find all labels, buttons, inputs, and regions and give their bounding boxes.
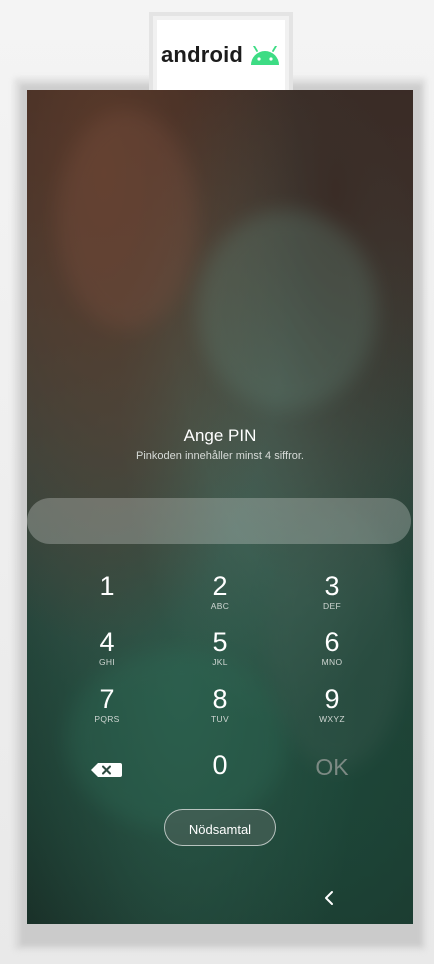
keypad-key-5[interactable]: 5 JKL [175,627,265,681]
key-letters: WXYZ [319,714,345,724]
backspace-icon[interactable] [62,750,152,790]
page-title: Ange PIN [183,426,257,445]
ok-label: OK [315,754,349,780]
android-logo: android [157,20,285,92]
key-digit: 0 [212,750,228,780]
wallpaper-swirl [197,210,377,410]
chevron-left-icon[interactable] [317,886,341,910]
keypad-key-4[interactable]: 4 GHI [62,627,152,681]
keypad-key-9[interactable]: 9 WXYZ [287,684,377,738]
key-digit: 5 [212,627,228,657]
emergency-call-button[interactable]: Nödsamtal [164,809,276,846]
key-letters: DEF [323,601,341,611]
keypad-key-8[interactable]: 8 TUV [175,684,265,738]
key-letters: ABC [210,601,230,611]
pin-input[interactable] [27,498,411,544]
key-letters: JKL [212,657,228,667]
keypad-key-6[interactable]: 6 MNO [287,627,377,681]
key-letters: GHI [98,657,115,667]
wallpaper-swirl [57,110,197,330]
logo-text: android [161,42,244,67]
page: android Ange PIN Pinkoden innehåller min… [0,0,434,964]
key-digit: 7 [99,684,115,714]
android-robot-head-icon [251,46,279,65]
keypad-key-1[interactable]: 1 [62,571,152,625]
keypad-key-2[interactable]: 2 ABC [175,571,265,625]
keypad-key-3[interactable]: 3 DEF [287,571,377,625]
keypad-key-0[interactable]: 0 [175,750,265,804]
key-letters: TUV [211,714,229,724]
key-letters: PQRS [94,714,120,724]
key-digit: 2 [212,571,228,601]
key-digit: 4 [99,627,115,657]
key-digit: 6 [324,627,340,657]
lock-screen: Ange PIN Pinkoden innehåller minst 4 sif… [27,90,413,924]
key-digit: 3 [324,571,340,601]
pin-hint: Pinkoden innehåller minst 4 siffror. [136,450,304,462]
key-letters: MNO [321,657,343,667]
key-digit: 9 [324,684,340,714]
ok-button[interactable]: OK [287,752,377,806]
key-digit: 8 [212,684,228,714]
keypad-key-7[interactable]: 7 PQRS [62,684,152,738]
key-digit: 1 [99,571,115,601]
